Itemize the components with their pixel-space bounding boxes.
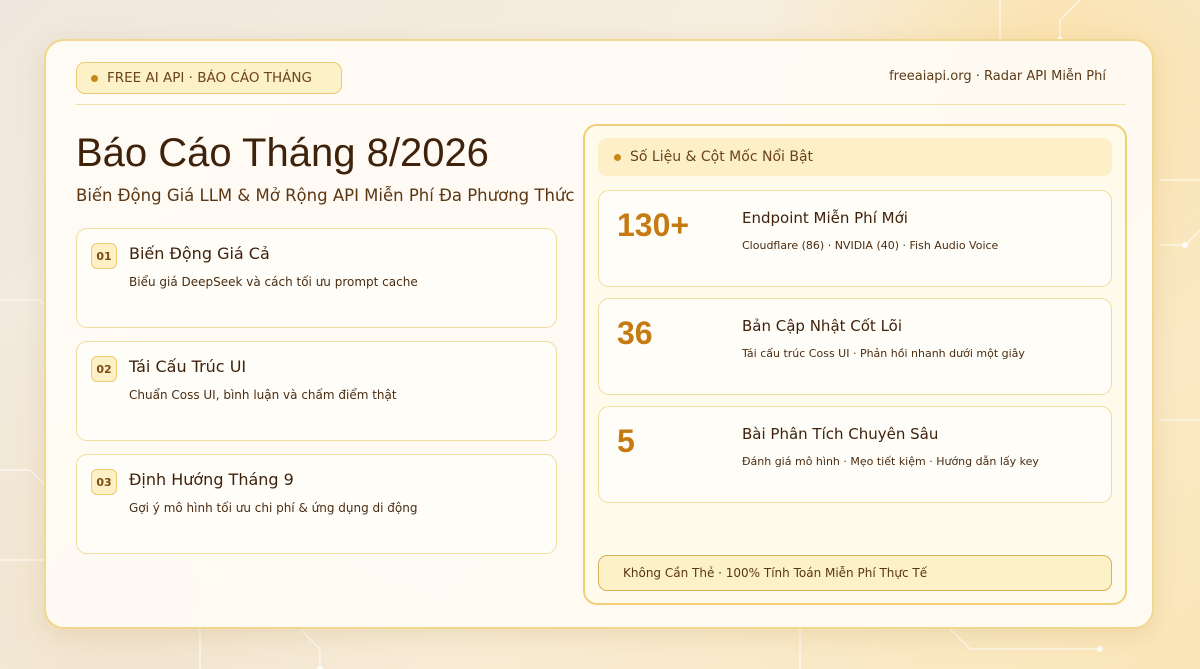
- badge-label: FREE AI API · BÁO CÁO THÁNG: [107, 70, 312, 86]
- stat-description: Đánh giá mô hình · Mẹo tiết kiệm · Hướng…: [742, 455, 1039, 468]
- stats-panel-header: Số Liệu & Cột Mốc Nổi Bật: [598, 138, 1112, 176]
- topic-description: Gợi ý mô hình tối ưu chi phí & ứng dụng …: [129, 501, 418, 515]
- stat-title: Bản Cập Nhật Cốt Lõi: [742, 317, 903, 335]
- stats-panel-footer: Không Cần Thẻ · 100% Tính Toán Miễn Phí …: [598, 555, 1112, 591]
- stats-panel: Số Liệu & Cột Mốc Nổi Bật 130+ Endpoint …: [583, 124, 1127, 605]
- panel-dot-icon: [614, 153, 621, 161]
- page-subtitle: Biến Động Giá LLM & Mở Rộng API Miễn Phí…: [76, 186, 575, 205]
- topic-description: Chuẩn Coss UI, bình luận và chấm điểm th…: [129, 388, 397, 402]
- stat-title: Endpoint Miễn Phí Mới: [742, 209, 908, 227]
- stat-value: 36: [617, 315, 653, 351]
- stat-card-3: 5 Bài Phân Tích Chuyên Sâu Đánh giá mô h…: [598, 406, 1112, 503]
- stat-value: 5: [617, 423, 635, 459]
- stat-description: Tái cấu trúc Coss UI · Phản hồi nhanh dư…: [742, 347, 1025, 360]
- report-badge: FREE AI API · BÁO CÁO THÁNG: [76, 62, 342, 94]
- topic-number-badge: 01: [91, 243, 117, 269]
- topic-item-3: 03 Định Hướng Tháng 9 Gợi ý mô hình tối …: [76, 454, 557, 554]
- stats-panel-title: Số Liệu & Cột Mốc Nổi Bật: [630, 149, 814, 165]
- report-card: FREE AI API · BÁO CÁO THÁNG freeaiapi.or…: [44, 39, 1154, 629]
- topic-title: Biến Động Giá Cả: [129, 244, 270, 263]
- site-label: freeaiapi.org · Radar API Miễn Phí: [889, 69, 1106, 84]
- topic-item-1: 01 Biến Động Giá Cả Biểu giá DeepSeek và…: [76, 228, 557, 328]
- page-title: Báo Cáo Tháng 8/2026: [76, 131, 489, 175]
- topic-number-badge: 02: [91, 356, 117, 382]
- stat-description: Cloudflare (86) · NVIDIA (40) · Fish Aud…: [742, 239, 999, 252]
- stat-card-2: 36 Bản Cập Nhật Cốt Lõi Tái cấu trúc Cos…: [598, 298, 1112, 395]
- header-divider: [76, 104, 1126, 105]
- badge-dot-icon: [91, 74, 98, 82]
- topic-item-2: 02 Tái Cấu Trúc UI Chuẩn Coss UI, bình l…: [76, 341, 557, 441]
- topic-title: Định Hướng Tháng 9: [129, 470, 294, 489]
- stat-title: Bài Phân Tích Chuyên Sâu: [742, 425, 939, 443]
- topic-description: Biểu giá DeepSeek và cách tối ưu prompt …: [129, 275, 418, 289]
- topic-title: Tái Cấu Trúc UI: [129, 357, 247, 376]
- stat-value: 130+: [617, 207, 690, 243]
- stat-card-1: 130+ Endpoint Miễn Phí Mới Cloudflare (8…: [598, 190, 1112, 287]
- topic-number-badge: 03: [91, 469, 117, 495]
